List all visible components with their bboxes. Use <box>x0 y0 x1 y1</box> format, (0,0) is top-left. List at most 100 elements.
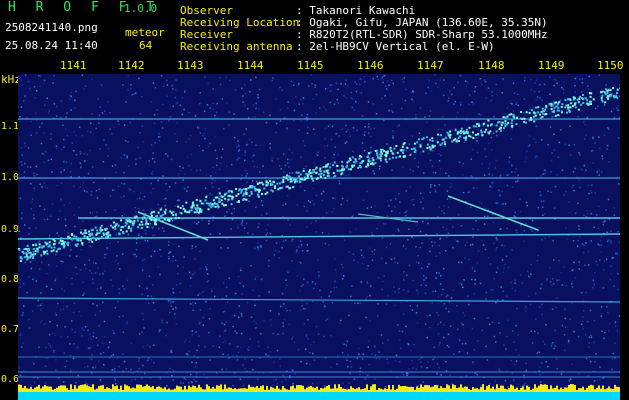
trace-pixel <box>218 197 221 200</box>
noise-pixel <box>492 289 495 291</box>
trace-pixel <box>426 136 428 139</box>
trace-pixel <box>480 131 483 134</box>
noise-pixel <box>56 147 58 150</box>
baseline-peak <box>62 385 64 392</box>
noise-pixel <box>292 369 294 372</box>
noise-pixel <box>325 108 327 111</box>
noise-pixel <box>618 241 620 244</box>
noise-pixel <box>277 333 279 336</box>
trace-pixel <box>612 87 615 90</box>
trace-pixel <box>202 202 205 205</box>
trace-pixel <box>242 199 245 201</box>
noise-pixel <box>578 152 580 154</box>
trace-pixel <box>67 241 70 244</box>
noise-pixel <box>23 171 26 173</box>
trace-pixel <box>461 130 464 133</box>
noise-pixel <box>487 257 490 259</box>
trace-pixel <box>32 248 35 250</box>
noise-pixel <box>542 200 545 202</box>
noise-pixel <box>265 353 267 356</box>
noise-pixel <box>490 186 493 188</box>
noise-pixel <box>513 92 516 95</box>
noise-pixel <box>416 289 418 291</box>
baseline-peak <box>328 385 330 392</box>
noise-pixel <box>333 103 336 105</box>
noise-pixel <box>488 163 491 165</box>
noise-pixel <box>205 266 207 268</box>
baseline-peak <box>444 388 446 392</box>
noise-pixel <box>78 126 81 128</box>
noise-pixel <box>515 349 517 351</box>
noise-pixel <box>379 165 381 167</box>
trace-pixel <box>285 177 288 180</box>
noise-pixel <box>585 216 588 218</box>
noise-pixel <box>86 153 88 156</box>
trace-pixel <box>126 220 129 223</box>
noise-pixel <box>98 360 100 362</box>
trace-pixel <box>193 211 196 214</box>
noise-pixel <box>586 210 588 212</box>
noise-pixel <box>107 155 109 157</box>
noise-pixel <box>377 78 379 80</box>
baseline-peak <box>474 388 476 392</box>
noise-pixel <box>122 353 124 355</box>
noise-pixel <box>153 309 156 311</box>
noise-pixel <box>608 239 610 241</box>
noise-pixel <box>443 205 446 207</box>
noise-pixel <box>422 197 424 199</box>
trace-pixel <box>256 193 259 196</box>
noise-pixel <box>418 198 421 201</box>
timestamp: 25.08.24 11:40 <box>5 39 98 52</box>
noise-pixel <box>140 192 142 194</box>
noise-pixel <box>505 295 508 297</box>
noise-pixel <box>525 201 528 204</box>
trace-pixel <box>498 128 501 130</box>
trace-pixel <box>41 246 44 249</box>
noise-pixel <box>286 127 288 129</box>
noise-pixel <box>273 254 275 256</box>
noise-pixel <box>429 250 431 253</box>
noise-pixel <box>220 162 222 165</box>
noise-pixel <box>525 369 527 372</box>
noise-pixel <box>92 262 95 264</box>
noise-pixel <box>429 191 432 194</box>
noise-pixel <box>439 167 442 170</box>
noise-pixel <box>368 363 371 366</box>
noise-pixel <box>176 284 178 286</box>
trace-pixel <box>18 248 21 251</box>
noise-pixel <box>347 353 349 356</box>
noise-pixel <box>289 224 291 226</box>
noise-pixel <box>359 327 361 330</box>
noise-pixel <box>610 273 612 275</box>
trace-pixel <box>245 188 247 190</box>
noise-pixel <box>99 273 101 275</box>
noise-pixel <box>439 321 442 324</box>
noise-pixel <box>417 255 419 257</box>
trace-pixel <box>413 151 416 153</box>
noise-pixel <box>381 97 383 100</box>
noise-pixel <box>337 354 339 357</box>
baseline-peak <box>94 389 96 392</box>
noise-pixel <box>96 304 98 307</box>
trace-pixel <box>125 222 128 225</box>
noise-pixel <box>337 88 339 91</box>
trace-pixel <box>576 98 579 101</box>
noise-pixel <box>247 349 250 352</box>
noise-pixel <box>426 314 428 317</box>
noise-pixel <box>79 269 82 271</box>
trace-pixel <box>279 187 282 190</box>
noise-pixel <box>476 374 478 376</box>
noise-pixel <box>283 303 285 305</box>
noise-pixel <box>428 79 430 81</box>
trace-pixel <box>34 243 37 246</box>
noise-pixel <box>355 90 358 93</box>
noise-pixel <box>495 202 497 204</box>
baseline-peak <box>54 388 56 392</box>
noise-pixel <box>138 207 140 210</box>
trace-pixel <box>161 220 164 223</box>
noise-pixel <box>104 253 106 256</box>
noise-pixel <box>63 138 65 141</box>
noise-pixel <box>435 272 438 274</box>
noise-pixel <box>259 171 261 173</box>
noise-pixel <box>216 157 218 160</box>
